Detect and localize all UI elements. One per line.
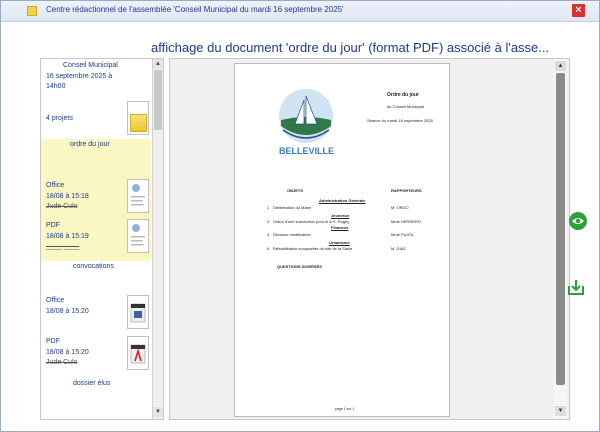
- document-window: Centre rédactionnel de l'assemblée 'Cons…: [0, 0, 600, 432]
- file-label: PDF: [46, 222, 60, 229]
- viewer-scrollbar[interactable]: ▲ ▼: [554, 59, 567, 419]
- section-title: convocations: [73, 263, 114, 270]
- pdf-file-icon: [130, 344, 146, 364]
- col-rapporteurs: RAPPORTEURS: [391, 188, 422, 193]
- file-label: Office: [46, 297, 65, 304]
- file-author: Jude Culo: [46, 359, 78, 366]
- sidebar-scrollbar[interactable]: ▲ ▼: [152, 59, 163, 419]
- eye-icon: [572, 218, 584, 224]
- meeting-date-line2: 14h00: [46, 83, 66, 90]
- item-rapporteur: M. DIAZ: [391, 246, 406, 251]
- page-heading: affichage du document 'ordre du jour' (f…: [151, 40, 550, 55]
- file-label: Office: [46, 182, 65, 189]
- town-name: BELLEVILLE: [279, 146, 335, 156]
- titlebar: Centre rédactionnel de l'assemblée 'Cons…: [1, 1, 599, 22]
- town-logo: [279, 89, 333, 143]
- scroll-up-button[interactable]: ▲: [555, 61, 566, 71]
- meeting-name: Conseil Municipal: [63, 62, 118, 69]
- file-date: 18/08 à 15:19: [46, 233, 89, 240]
- window-title: Centre rédactionnel de l'assemblée 'Cons…: [46, 5, 344, 14]
- pdf-page: BELLEVILLE Ordre du jour du Conseil Muni…: [234, 63, 450, 417]
- scroll-up-button[interactable]: ▲: [153, 59, 163, 69]
- page-footer: page 1 sur 1: [335, 407, 355, 411]
- file-date: 18/08 à 15:20: [46, 349, 89, 356]
- document-thumbnail-icon: [131, 184, 145, 206]
- file-thumbnail[interactable]: [127, 179, 149, 213]
- item-number: 4: [267, 246, 270, 251]
- category: Urbanisme: [329, 240, 350, 245]
- file-label: PDF: [46, 338, 60, 345]
- file-date: 18/08 à 15:20: [46, 308, 89, 315]
- folder-icon: [27, 6, 37, 16]
- file-author: ____ ____: [46, 243, 80, 250]
- meeting-date-line1: 16 septembre 2025 à: [46, 73, 113, 80]
- item-text: Décision modificative: [273, 232, 311, 237]
- col-objets: OBJETS: [287, 188, 304, 193]
- scroll-thumb[interactable]: [154, 70, 162, 130]
- folder-icon: [130, 114, 147, 132]
- item-number: 1: [267, 205, 270, 210]
- section-title: ordre du jour: [70, 141, 110, 148]
- file-thumbnail[interactable]: [127, 219, 149, 253]
- category: Finances: [331, 225, 349, 230]
- item-rapporteur: Mme HERRERO: [391, 219, 422, 224]
- item-text: Délibération du Maire: [273, 205, 312, 210]
- item-number: 2: [267, 219, 270, 224]
- item-rapporteur: Mme PUJOL: [391, 232, 414, 237]
- documents-sidebar[interactable]: Conseil Municipal 16 septembre 2025 à 14…: [40, 58, 164, 420]
- download-button[interactable]: [567, 278, 585, 296]
- item-rapporteur: M. ORDO: [391, 205, 409, 210]
- scroll-down-button[interactable]: ▼: [153, 407, 163, 417]
- doc-seance: Séance du mardi 16 septembre 2025: [367, 118, 433, 123]
- word-file-icon: [130, 303, 146, 323]
- file-thumbnail[interactable]: [127, 295, 149, 329]
- item-text: Octroi d'une subvention pour le A.S. Rug…: [273, 219, 350, 224]
- download-icon: [568, 280, 584, 295]
- item-text: Réhabilitation écoquartier du site de la…: [273, 246, 353, 251]
- item-number: 3: [267, 232, 270, 237]
- section-title: dossier élus: [73, 380, 111, 387]
- meeting-projects: 4 projets: [46, 115, 73, 122]
- file-thumbnail[interactable]: [127, 336, 149, 370]
- doc-title: Ordre du jour: [387, 92, 419, 98]
- scroll-thumb[interactable]: [556, 73, 565, 385]
- folder-thumbnail[interactable]: [127, 101, 149, 135]
- questions-diverses: QUESTIONS DIVERSES: [277, 264, 322, 269]
- file-author: Jude Culo: [46, 203, 78, 210]
- category: Administration Générale: [319, 198, 366, 203]
- document-thumbnail-icon: [131, 224, 145, 246]
- scroll-down-button[interactable]: ▼: [555, 406, 566, 416]
- category: Jeunesse: [331, 213, 350, 218]
- pdf-viewer[interactable]: BELLEVILLE Ordre du jour du Conseil Muni…: [169, 58, 570, 420]
- close-button[interactable]: ×: [572, 4, 585, 17]
- view-button[interactable]: [569, 212, 587, 230]
- file-date: 18/08 à 15:18: [46, 193, 89, 200]
- doc-subtitle: du Conseil Municipal: [387, 104, 424, 109]
